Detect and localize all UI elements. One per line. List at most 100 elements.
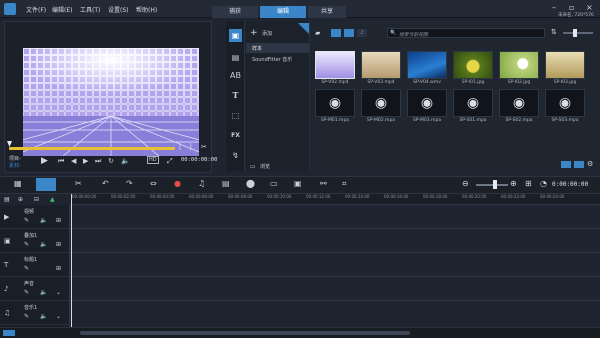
timeline-view-icon[interactable] — [36, 178, 56, 191]
menu-settings[interactable]: 设置(S) — [108, 5, 129, 14]
prev-frame-icon[interactable]: ◀ — [71, 157, 76, 165]
multicam-icon[interactable]: ▣ — [294, 179, 302, 188]
clock-icon[interactable]: ◔ — [540, 179, 547, 188]
grid-icon[interactable]: ⊞ — [56, 217, 61, 224]
thumbnail-image[interactable] — [499, 51, 539, 79]
add-folder-icon[interactable]: + — [250, 28, 258, 38]
end-icon[interactable]: ⏭ — [95, 157, 101, 166]
storyboard-view-icon[interactable]: ▦ — [14, 179, 22, 188]
motion-track-icon[interactable]: ⬤ — [246, 179, 255, 188]
cut-icon[interactable]: ✂ — [201, 143, 207, 151]
fx-icon[interactable]: FX — [229, 129, 242, 142]
home-icon[interactable]: ⏮ — [58, 157, 64, 166]
media-icon[interactable]: ▣ — [229, 29, 242, 42]
repeat-icon[interactable]: ↻ — [108, 157, 114, 165]
timeline-timecode[interactable]: 0:00:00:00 — [552, 181, 588, 188]
grid-icon[interactable]: ⊞ — [56, 265, 61, 272]
expand-icon[interactable]: ⤢ — [167, 157, 173, 166]
thumb-size-slider[interactable] — [563, 32, 593, 34]
edit-icon[interactable]: ✎ — [24, 289, 29, 296]
folder-open-icon[interactable]: ▰ — [315, 29, 320, 37]
filter-image-icon[interactable] — [344, 29, 354, 37]
chevron-down-icon[interactable]: ⌄ — [56, 313, 61, 320]
search-input[interactable]: 🔍 搜索当前视图 — [387, 28, 545, 38]
edit-icon[interactable]: ✎ — [24, 241, 29, 248]
add-folder-label[interactable]: 添加 — [262, 30, 272, 37]
thumbnail-audio[interactable]: ◉ — [453, 89, 493, 117]
track-music[interactable]: ♫ 音乐1 ✎ 🔈 ⌄ — [0, 301, 70, 325]
thumbnail-video[interactable] — [315, 51, 355, 79]
play-icon[interactable]: ▶ — [41, 156, 48, 166]
thumb-size-handle[interactable] — [573, 29, 577, 37]
maximize-icon[interactable]: ▫ — [569, 3, 574, 12]
instant-project-icon[interactable]: ▤ — [229, 51, 242, 64]
mute-icon[interactable]: 🔈 — [40, 241, 47, 248]
playhead[interactable] — [71, 194, 72, 327]
folder-item-label[interactable]: SoundFitter 音乐 — [252, 56, 292, 63]
thumbnail-image[interactable] — [545, 51, 585, 79]
browse-icon[interactable]: ▭ — [250, 163, 256, 170]
audio-mixer-icon[interactable]: ♫ — [198, 179, 205, 188]
edit-icon[interactable]: ✎ — [24, 313, 29, 320]
clip-label[interactable]: 素材- — [9, 162, 21, 169]
menu-file[interactable]: 文件(F) — [26, 5, 46, 14]
thumbnail-audio[interactable]: ◉ — [499, 89, 539, 117]
path-icon[interactable]: ↯ — [229, 149, 242, 162]
track-lane[interactable] — [70, 300, 600, 301]
timeline-zoom-label[interactable] — [3, 330, 15, 336]
thumbnail-audio[interactable]: ◉ — [407, 89, 447, 117]
subtitle-icon[interactable]: ▭ — [270, 179, 278, 188]
tab-edit[interactable]: 编辑 — [260, 6, 306, 18]
record-icon[interactable]: ● — [174, 179, 181, 188]
mute-icon[interactable]: 🔈 — [40, 217, 47, 224]
next-frame-icon[interactable]: ▶ — [83, 157, 88, 165]
tab-share[interactable]: 共享 — [308, 6, 346, 18]
tab-capture[interactable]: 捕获 — [212, 6, 258, 18]
thumbnail-audio[interactable]: ◉ — [361, 89, 401, 117]
split-screen-icon[interactable]: ⚯ — [320, 179, 327, 188]
volume-icon[interactable]: 🔈 — [121, 157, 130, 165]
auto-music-icon[interactable]: ▤ — [222, 179, 230, 188]
track-lane[interactable] — [70, 228, 600, 229]
view-grid-icon[interactable] — [561, 161, 571, 168]
sort-icon[interactable]: ⇅ — [551, 28, 557, 36]
fit-icon[interactable]: ⇔ — [150, 179, 157, 188]
zoom-out-icon[interactable]: ⊖ — [462, 179, 469, 188]
mark-in-icon[interactable]: [ — [179, 143, 182, 151]
title-icon[interactable]: T — [229, 89, 242, 102]
zoom-in-icon[interactable]: ⊕ — [510, 179, 517, 188]
zoom-handle[interactable] — [493, 180, 497, 189]
chevron-down-icon[interactable]: ⌄ — [56, 289, 61, 296]
mark-out-icon[interactable]: ] — [189, 143, 192, 151]
zoom-slider[interactable] — [476, 184, 508, 186]
mute-icon[interactable]: 🔈 — [40, 313, 47, 320]
minimize-icon[interactable]: – — [552, 3, 556, 12]
track-overlay[interactable]: ▣ 叠加1 ✎ 🔈 ⊞ — [0, 229, 70, 253]
thumbnail-video[interactable] — [407, 51, 447, 79]
menu-tools[interactable]: 工具(T) — [80, 5, 100, 14]
track-manager-icon[interactable]: ▤ — [4, 196, 10, 203]
close-icon[interactable]: × — [586, 3, 593, 12]
tools-icon[interactable]: ✂ — [75, 179, 82, 188]
ripple-icon[interactable]: ⊟ — [34, 196, 39, 203]
fit-project-icon[interactable]: ⊞ — [525, 179, 532, 188]
thumbnail-image[interactable] — [453, 51, 493, 79]
grid-icon[interactable]: ⊞ — [56, 241, 61, 248]
redo-icon[interactable]: ↷ — [126, 179, 133, 188]
menu-edit[interactable]: 编辑(E) — [52, 5, 72, 14]
browse-label[interactable]: 浏览 — [260, 163, 270, 170]
track-lane[interactable] — [70, 252, 600, 253]
scrubber-track[interactable] — [9, 147, 175, 150]
mute-icon[interactable]: 🔈 — [40, 289, 47, 296]
menu-help[interactable]: 帮助(H) — [136, 5, 157, 14]
options-icon[interactable]: ⚙ — [587, 160, 593, 168]
chapter-icon[interactable]: ▲ — [50, 196, 55, 203]
graphics-icon[interactable]: ⬚ — [229, 109, 242, 122]
timeline-tracks-area[interactable] — [70, 194, 600, 327]
thumbnail-video[interactable] — [361, 51, 401, 79]
track-video[interactable]: ▶ 视频 ✎ 🔈 ⊞ — [0, 205, 70, 229]
horizontal-scrollbar[interactable] — [80, 331, 410, 335]
preview-screen[interactable] — [23, 48, 199, 156]
thumbnail-audio[interactable]: ◉ — [545, 89, 585, 117]
project-label[interactable]: 项目- — [9, 155, 21, 162]
